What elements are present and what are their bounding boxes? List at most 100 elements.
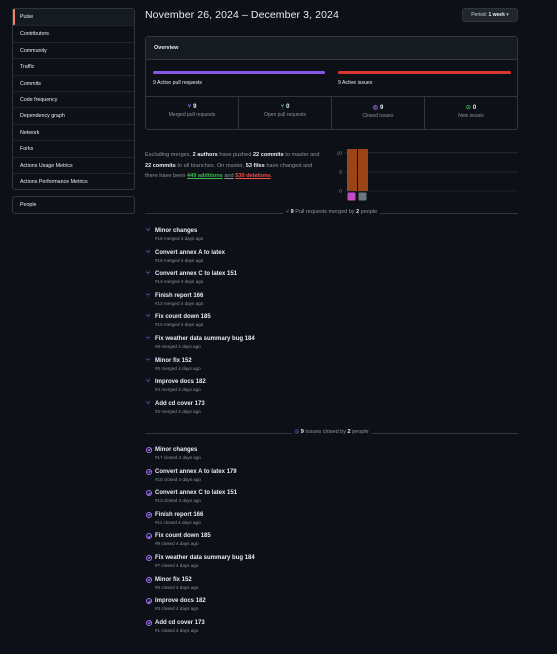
sidebar-item-people[interactable]: People <box>13 197 134 213</box>
pr-title-link[interactable]: Fix weather data summary bug 184 <box>155 335 255 343</box>
git-merge-icon: ⑂ <box>146 313 151 321</box>
pr-title-link[interactable]: Add cd cover 173 <box>155 400 205 408</box>
sidebar-item-commits[interactable]: Commits <box>13 74 134 91</box>
pr-list-item: ⑂ Minor changes #18 merged 4 days ago <box>146 227 446 249</box>
issue-closed-icon-wrap <box>146 619 152 629</box>
git-merge-icon: ⑂ <box>146 356 151 364</box>
pr-title-link[interactable]: Finish report 166 <box>155 292 203 300</box>
sidebar-item-traffic[interactable]: Traffic <box>13 58 134 74</box>
git-merge-icon: ⑂ <box>146 227 151 234</box>
issue-meta: #11 closed 4 days ago <box>155 519 201 525</box>
issue-title-link[interactable]: Fix count down 185 <box>155 532 211 540</box>
issues-text: people <box>352 429 369 435</box>
author-avatar[interactable] <box>347 192 356 201</box>
pr-list-item: ⑂ Fix weather data summary bug 184 #8 merg… <box>146 335 446 357</box>
issue-opened-icon: ⊙ <box>465 105 471 111</box>
issue-closed-icon <box>146 554 152 561</box>
summary-text: to master and <box>285 152 320 158</box>
pr-title-link[interactable]: Convert annex A to latex <box>155 249 225 257</box>
issue-list-item: Fix count down 185 #9 closed 4 days ago <box>146 532 446 554</box>
issue-closed-icon <box>146 533 152 540</box>
sidebar-item-community[interactable]: Community <box>13 41 134 58</box>
sidebar-item-dependency-graph[interactable]: Dependency graph <box>13 107 134 123</box>
author-commit-bar[interactable] <box>347 149 357 191</box>
people-sidebar: People <box>12 196 135 214</box>
issue-title-link[interactable]: Convert annex C to latex 151 <box>155 489 237 497</box>
git-merge-icon: ⑂ <box>187 104 192 110</box>
summary-text: . <box>270 173 273 179</box>
stat-closed-issues[interactable]: ◎ 9 Closed issues <box>331 97 424 130</box>
active-issues-link[interactable]: 9 Active issues <box>338 80 372 86</box>
insights-sidebar: Pulse Contributors Community Traffic Com… <box>12 8 135 191</box>
prs-text: Pull requests merged by <box>295 209 355 215</box>
pr-title-link[interactable]: Minor fix 152 <box>155 357 192 365</box>
issue-closed-icon-wrap <box>146 511 152 521</box>
issue-title-link[interactable]: Finish report 166 <box>155 511 203 519</box>
overview-panel: Overview 9 Active pull requests 9 Active… <box>145 36 518 130</box>
stat-new-issues[interactable]: ⊙ 0 New issues <box>424 97 517 130</box>
prs-divider-text: ⑂ 9 Pull requests merged by 2 people <box>282 209 381 215</box>
sidebar-item-network[interactable]: Network <box>13 123 134 140</box>
pr-title-link[interactable]: Convert annex C to latex 151 <box>155 270 237 278</box>
stat-open-prs[interactable]: ⑂ 0 Open pull requests <box>238 97 331 130</box>
issue-list-item: Fix weather data summary bug 184 #7 close… <box>146 554 446 576</box>
author-commit-bar[interactable] <box>358 149 368 191</box>
active-prs-link[interactable]: 9 Active pull requests <box>153 80 202 86</box>
new-label: New issues <box>458 113 484 119</box>
issues-count: 9 <box>300 429 304 435</box>
issue-title-link[interactable]: Add cd cover 173 <box>155 619 205 627</box>
issue-title-link[interactable]: Convert annex A to latex 179 <box>155 468 237 476</box>
pr-meta: #8 merged 4 days ago <box>155 343 201 349</box>
issue-meta: #3 closed 4 days ago <box>155 606 199 612</box>
pr-title-link[interactable]: Fix count down 185 <box>155 313 211 321</box>
issue-closed-icon-wrap <box>146 554 152 564</box>
summary-text: to all branches. On master, <box>177 162 245 169</box>
overview-title: Overview <box>146 37 517 60</box>
issue-title-link[interactable]: Minor changes <box>155 446 197 454</box>
sidebar-item-actions-usage-metrics[interactable]: Actions Usage Metrics <box>13 156 134 173</box>
sidebar-item-actions-performance-metrics[interactable]: Actions Performance Metrics <box>13 172 134 189</box>
issue-list-item: Minor fix 152 #5 closed 4 days ago <box>146 576 446 598</box>
pr-title-link[interactable]: Improve docs 182 <box>155 378 206 386</box>
commits-per-author-chart: 10 5 0 <box>337 149 518 201</box>
pr-meta: #2 merged 4 days ago <box>155 408 201 414</box>
issue-closed-icon <box>146 490 152 497</box>
author-avatar[interactable] <box>358 192 367 201</box>
prs-people-count: 2 <box>356 209 360 215</box>
period-dropdown-button[interactable]: Period: 1 week ▾ <box>462 8 518 22</box>
issues-divider-text: ◎ 9 Issues closed by 2 people <box>291 429 372 435</box>
pr-list-item: ⑂ Convert annex A to latex #16 merged 4 da… <box>146 249 446 271</box>
additions-link[interactable]: 449 additions <box>187 173 223 179</box>
issue-meta: #15 closed 4 days ago <box>155 476 201 482</box>
sidebar-item-forks[interactable]: Forks <box>13 140 134 156</box>
deletions-link[interactable]: 530 deletions <box>235 173 270 179</box>
issue-title-link[interactable]: Improve docs 182 <box>155 597 206 605</box>
y-tick-label: 5 <box>339 170 342 176</box>
pr-meta: #12 merged 4 days ago <box>155 300 204 306</box>
open-count: 0 <box>286 104 290 110</box>
summary-commits-all: 22 commits <box>145 162 176 169</box>
issue-meta: #17 closed 4 days ago <box>155 455 201 460</box>
pr-title-link[interactable]: Minor changes <box>155 227 197 235</box>
closed-issue-list: Minor changes #17 closed 4 days ago Conver… <box>146 446 446 640</box>
pr-meta: #4 merged 4 days ago <box>155 387 201 393</box>
git-merge-icon: ⑂ <box>146 270 151 278</box>
issue-closed-icon-wrap <box>146 576 152 586</box>
sidebar-item-code-frequency[interactable]: Code frequency <box>13 90 134 107</box>
merged-pr-list: ⑂ Minor changes #18 merged 4 days ago ⑂ Conv… <box>146 227 446 421</box>
issue-closed-icon-wrap <box>146 597 152 607</box>
sidebar-item-contributors[interactable]: Contributors <box>13 25 134 41</box>
stat-merged-prs[interactable]: ⑂ 9 Merged pull requests <box>146 97 238 130</box>
sidebar-item-pulse[interactable]: Pulse <box>13 9 134 26</box>
issue-closed-icon: ◎ <box>294 429 300 435</box>
summary-text: and <box>224 173 234 179</box>
git-merge-icon: ⑂ <box>146 291 151 299</box>
page-title: November 26, 2024 – December 3, 2024 <box>145 9 339 21</box>
pr-meta: #10 merged 4 days ago <box>155 322 204 328</box>
issue-title-link[interactable]: Minor fix 152 <box>155 576 192 584</box>
summary-files: 53 files <box>245 162 265 169</box>
pr-meta: #6 merged 4 days ago <box>155 365 201 371</box>
issue-closed-icon <box>146 447 152 453</box>
issue-title-link[interactable]: Fix weather data summary bug 184 <box>155 554 255 562</box>
issue-meta: #9 closed 4 days ago <box>155 541 199 547</box>
